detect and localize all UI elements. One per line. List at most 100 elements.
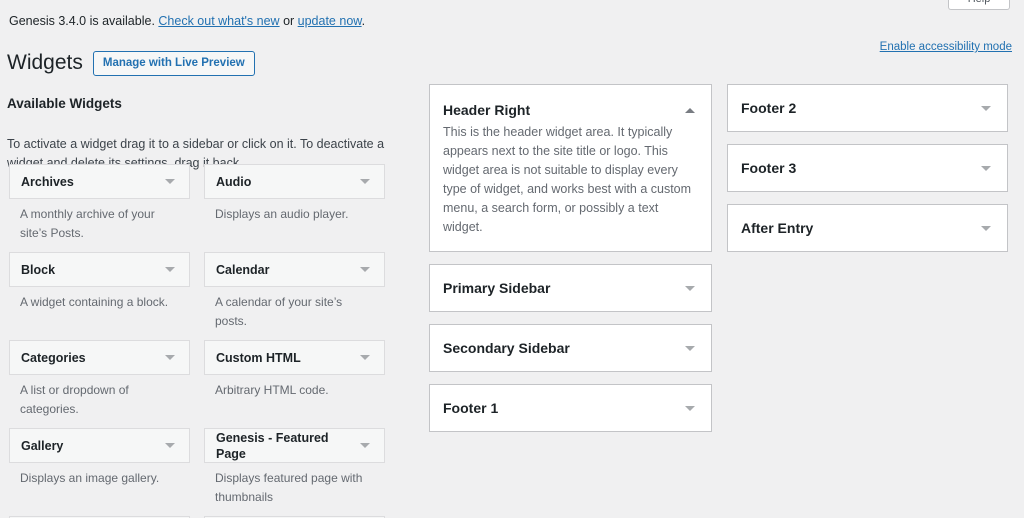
sidebar-panel-header[interactable]: After Entry	[728, 205, 1007, 251]
manage-with-live-preview-button[interactable]: Manage with Live Preview	[92, 50, 255, 76]
sidebar-panel: Primary Sidebar	[429, 264, 712, 312]
widget-title: Archives	[21, 174, 74, 189]
widget-description: Displays an image gallery.	[20, 471, 160, 485]
triangle-down-glyph	[165, 443, 175, 448]
page-title: Widgets	[7, 51, 83, 74]
triangle-down-glyph	[165, 179, 175, 184]
chevron-down-icon[interactable]	[977, 159, 995, 177]
widget-title: Gallery	[21, 438, 64, 453]
widget-card[interactable]: Block	[9, 252, 190, 287]
available-widget-cell: Genesis - Featured Page Displays featured…	[204, 428, 385, 516]
widget-title: Block	[21, 262, 56, 277]
sidebar-panel-title: Footer 2	[741, 100, 797, 116]
page-header: Widgets Manage with Live Preview	[7, 50, 255, 76]
triangle-down-glyph	[685, 345, 695, 351]
widget-card[interactable]: Calendar	[204, 252, 385, 287]
triangle-down-glyph	[685, 405, 695, 411]
chevron-down-icon[interactable]	[977, 219, 995, 237]
chevron-down-icon[interactable]	[681, 339, 699, 357]
widget-card[interactable]: Archives	[9, 164, 190, 199]
chevron-down-icon[interactable]	[356, 173, 374, 191]
chevron-down-icon[interactable]	[681, 399, 699, 417]
available-widget-cell: Block A widget containing a block.	[9, 252, 190, 340]
available-widget-cell: Archives A monthly archive of your site’s…	[9, 164, 190, 252]
sidebar-panel-title: After Entry	[741, 220, 814, 236]
widget-title: Genesis - Featured Page	[216, 430, 329, 461]
triangle-down-glyph	[360, 179, 370, 184]
sidebar-panel-title: Secondary Sidebar	[443, 340, 570, 356]
widget-title: Categories	[21, 350, 86, 365]
sidebar-panel-title: Primary Sidebar	[443, 280, 551, 296]
widget-card[interactable]: Custom HTML	[204, 340, 385, 375]
available-widget-cell: Gallery Displays an image gallery.	[9, 428, 190, 516]
notice-text-after: .	[361, 14, 366, 28]
available-widget-cell: Categories A list or dropdown of categori…	[9, 340, 190, 428]
sidebar-panel-header[interactable]: Footer 1	[430, 385, 711, 431]
notice-text-before: Genesis 3.4.0 is available.	[9, 14, 159, 28]
chevron-down-icon[interactable]	[356, 261, 374, 279]
triangle-down-glyph	[981, 105, 991, 111]
sidebar-panel-header[interactable]: Footer 2	[728, 85, 1007, 131]
sidebar-panel: Footer 1	[429, 384, 712, 432]
triangle-down-glyph	[360, 443, 370, 448]
triangle-down-glyph	[685, 285, 695, 291]
widget-title: Audio	[216, 174, 252, 189]
widget-card[interactable]: Genesis - Featured Page	[204, 428, 385, 463]
help-tab-label: Help	[968, 0, 991, 5]
notice-text-mid: or	[279, 14, 298, 28]
triangle-up-glyph	[685, 107, 695, 113]
chevron-up-icon[interactable]	[681, 101, 699, 119]
enable-accessibility-mode-link[interactable]: Enable accessibility mode	[880, 41, 1012, 53]
chevron-down-icon[interactable]	[161, 437, 179, 455]
chevron-down-icon[interactable]	[681, 279, 699, 297]
sidebar-panel-title: Footer 3	[741, 160, 797, 176]
chevron-down-icon[interactable]	[161, 173, 179, 191]
widgets-admin-page: Help Genesis 3.4.0 is available. Check o…	[0, 0, 1024, 518]
sidebar-panel-header[interactable]: Primary Sidebar	[430, 265, 711, 311]
sidebar-panel-description: This is the header widget area. It typic…	[443, 125, 692, 234]
available-widget-cell: Calendar A calendar of your site’s posts.	[204, 252, 385, 340]
genesis-update-notice: Genesis 3.4.0 is available. Check out wh…	[9, 12, 365, 30]
widget-description: A list or dropdown of categories.	[20, 383, 129, 416]
widget-card[interactable]: Categories	[9, 340, 190, 375]
sidebar-panel: Footer 2	[727, 84, 1008, 132]
whats-new-link[interactable]: Check out what's new	[158, 14, 279, 28]
sidebar-panel: Secondary Sidebar	[429, 324, 712, 372]
triangle-down-glyph	[981, 225, 991, 231]
chevron-down-icon[interactable]	[977, 99, 995, 117]
widget-title: Calendar	[216, 262, 270, 277]
sidebar-panel-header[interactable]: Footer 3	[728, 145, 1007, 191]
sidebar-panel-header[interactable]: Header Right	[430, 85, 711, 123]
sidebar-panel-title: Header Right	[443, 102, 531, 118]
update-now-link[interactable]: update now	[298, 14, 362, 28]
widget-description: Displays featured page with thumbnails	[215, 471, 363, 504]
help-tab-button[interactable]: Help	[948, 0, 1010, 10]
chevron-down-icon[interactable]	[161, 349, 179, 367]
widget-description: A calendar of your site’s posts.	[215, 295, 343, 328]
triangle-down-glyph	[360, 267, 370, 272]
widget-description: A monthly archive of your site’s Posts.	[20, 207, 155, 240]
chevron-down-icon[interactable]	[356, 437, 374, 455]
widget-description: Arbitrary HTML code.	[215, 383, 329, 397]
sidebar-column-right: Footer 2 Footer 3 After Entry	[727, 84, 1008, 264]
chevron-down-icon[interactable]	[356, 349, 374, 367]
widget-description: A widget containing a block.	[20, 295, 169, 309]
available-widgets-heading: Available Widgets	[7, 96, 122, 111]
available-widget-cell: Custom HTML Arbitrary HTML code.	[204, 340, 385, 428]
sidebar-panel: After Entry	[727, 204, 1008, 252]
triangle-down-glyph	[165, 355, 175, 360]
widget-title: Custom HTML	[216, 350, 301, 365]
widget-card[interactable]: Gallery	[9, 428, 190, 463]
triangle-down-glyph	[165, 267, 175, 272]
triangle-down-glyph	[981, 165, 991, 171]
available-widget-cell: Audio Displays an audio player.	[204, 164, 385, 252]
sidebar-panel-title: Footer 1	[443, 400, 499, 416]
sidebar-panel: Header Right This is the header widget ar…	[429, 84, 712, 252]
sidebar-column-middle: Header Right This is the header widget ar…	[429, 84, 712, 444]
sidebar-panel-header[interactable]: Secondary Sidebar	[430, 325, 711, 371]
triangle-down-glyph	[360, 355, 370, 360]
widget-card[interactable]: Audio	[204, 164, 385, 199]
chevron-down-icon[interactable]	[161, 261, 179, 279]
available-widgets-grid: Archives A monthly archive of your site’s…	[9, 164, 395, 518]
widget-description: Displays an audio player.	[215, 207, 349, 221]
